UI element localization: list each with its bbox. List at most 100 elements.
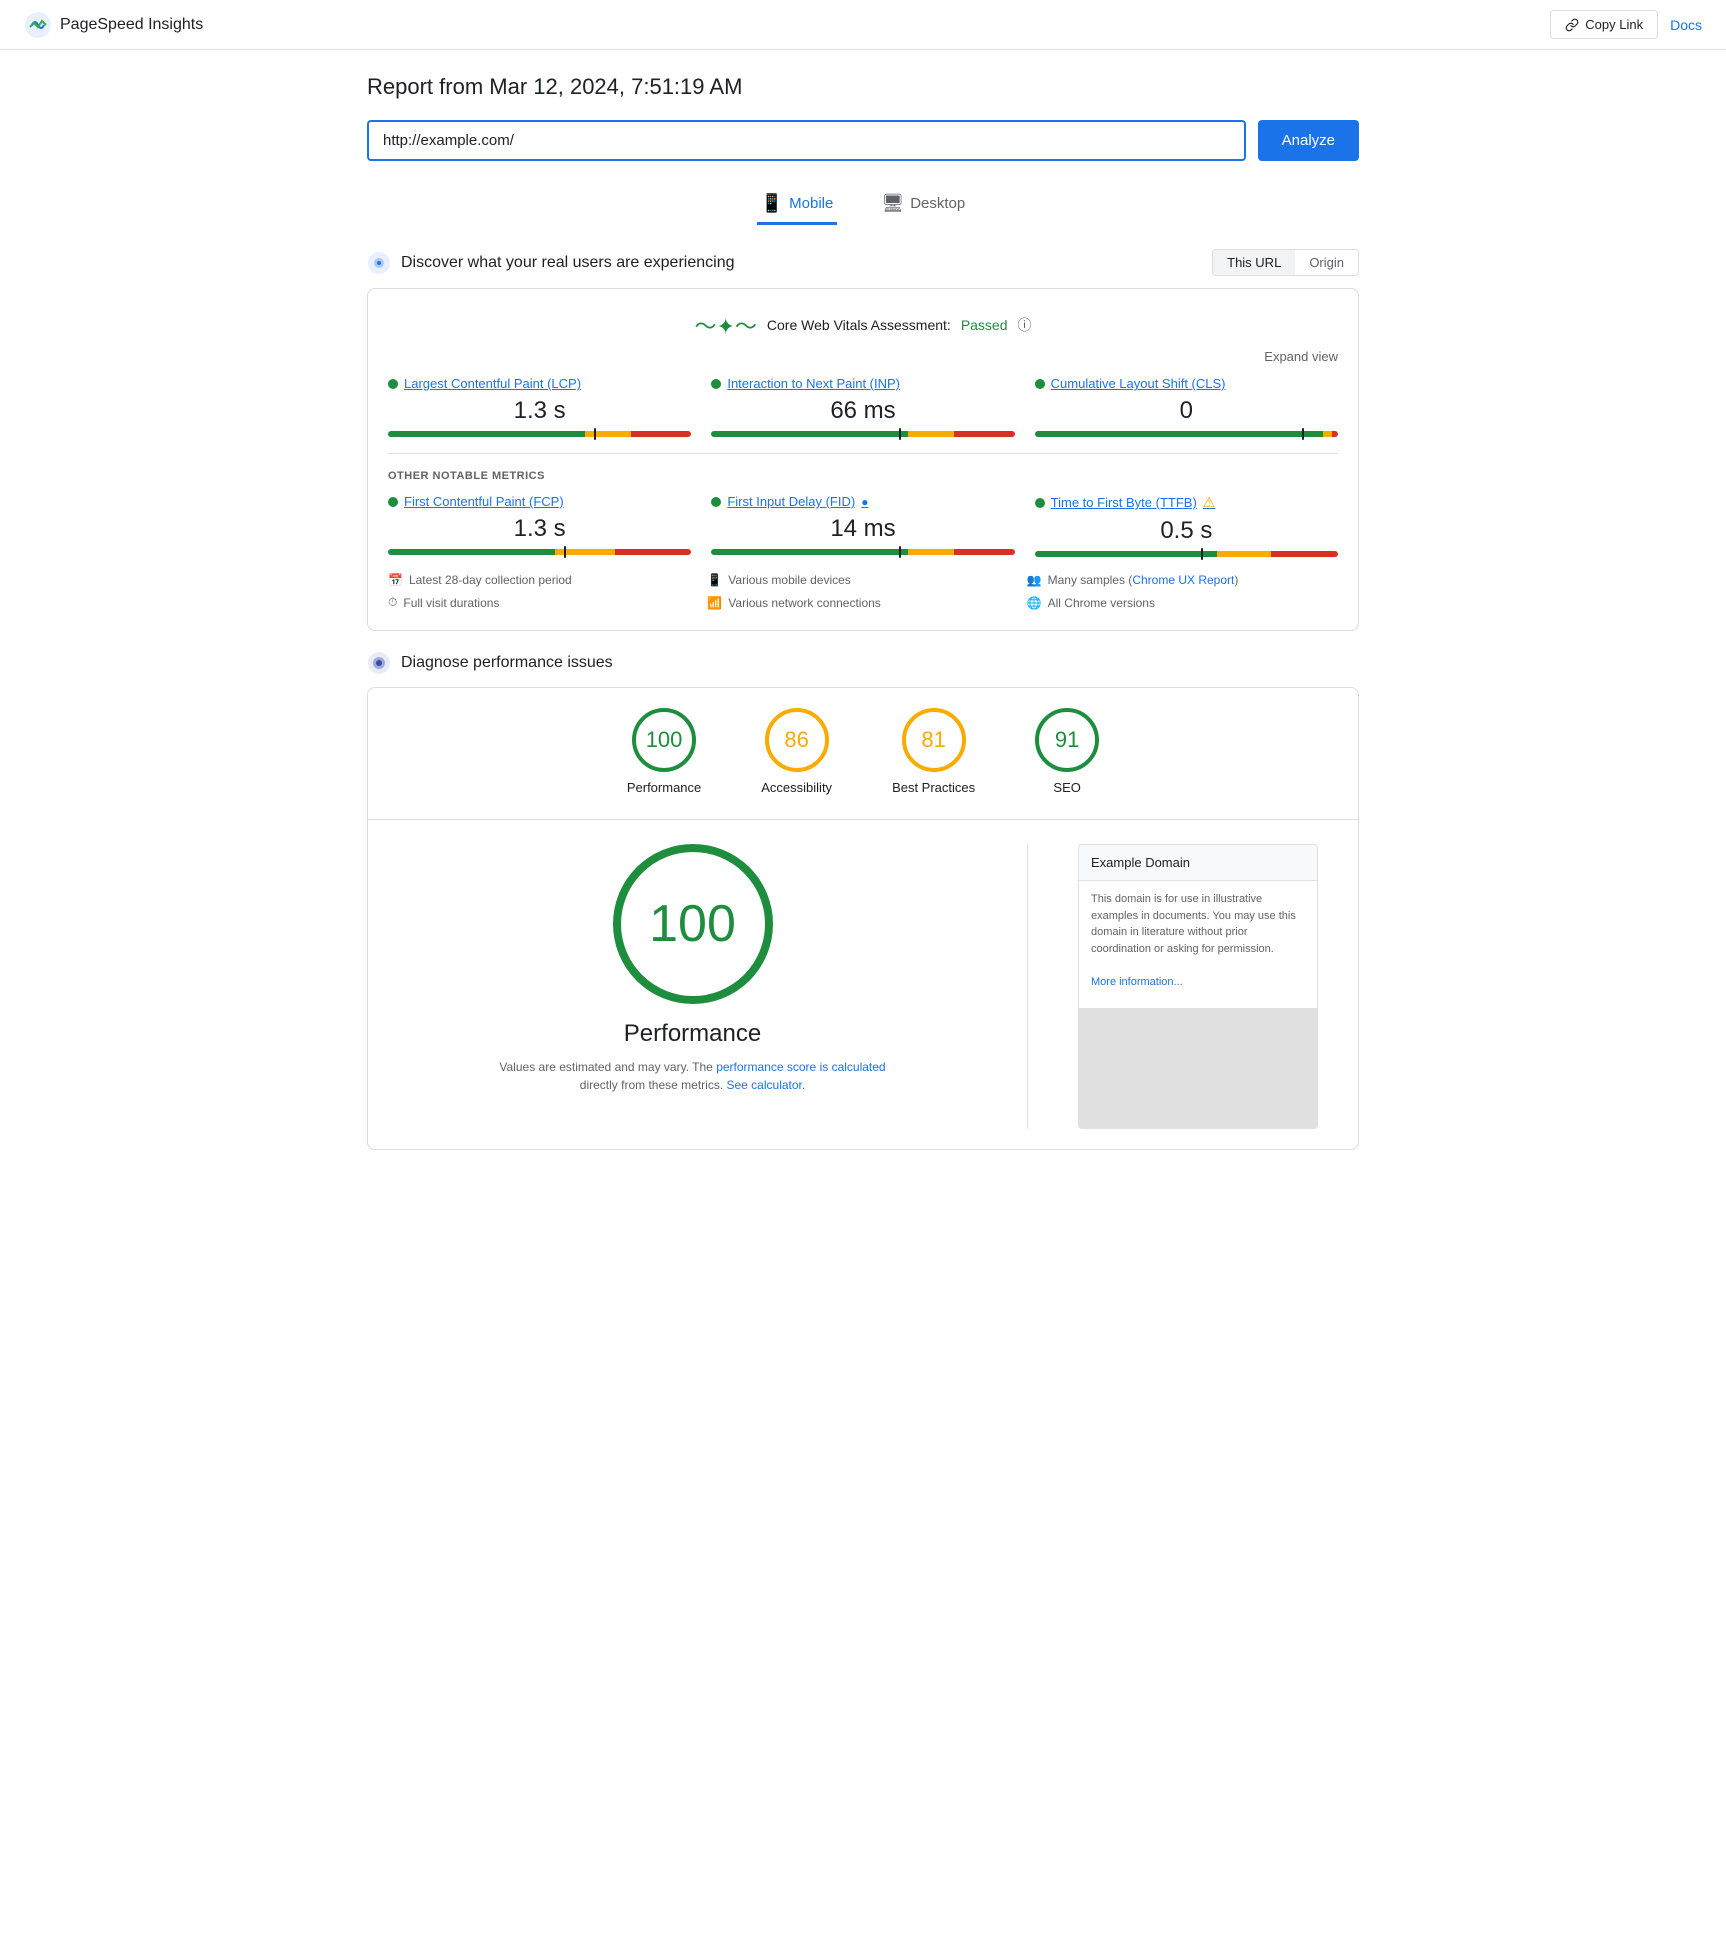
fid-label: First Input Delay (FID) xyxy=(727,494,855,509)
notable-metrics-grid: First Contentful Paint (FCP) 1.3 s First… xyxy=(388,494,1338,557)
cls-value: 0 xyxy=(1035,397,1338,425)
performance-circle: 100 xyxy=(632,708,696,772)
cwv-status: Passed xyxy=(961,317,1008,333)
main-content: Report from Mar 12, 2024, 7:51:19 AM Ana… xyxy=(343,50,1383,1194)
header-right: Copy Link Docs xyxy=(1550,10,1702,39)
seo-circle: 91 xyxy=(1035,708,1099,772)
lcp-bar xyxy=(388,431,691,437)
app-title: PageSpeed Insights xyxy=(60,16,203,34)
ttfb-warning-icon: ⚠ xyxy=(1203,494,1216,511)
notable-label: OTHER NOTABLE METRICS xyxy=(388,470,1338,482)
info-mobile-devices: 📱 Various mobile devices xyxy=(707,573,1018,587)
cls-dot xyxy=(1035,379,1045,389)
cwv-label: Core Web Vitals Assessment: xyxy=(767,317,951,333)
lcp-dot xyxy=(388,379,398,389)
url-input[interactable] xyxy=(367,120,1246,161)
fcp-bar xyxy=(388,549,691,555)
timer-icon: ⏱ xyxy=(388,595,397,610)
perf-left: 100 Performance Values are estimated and… xyxy=(408,844,977,1129)
see-calculator-link[interactable]: See calculator. xyxy=(727,1078,806,1092)
tab-desktop[interactable]: 🖥 Desktop xyxy=(877,185,969,225)
screenshot-more-link[interactable]: More information... xyxy=(1091,976,1183,988)
tab-mobile-label: Mobile xyxy=(789,195,833,212)
fid-dot xyxy=(711,497,721,507)
performance-big-circle: 100 xyxy=(613,844,773,1004)
accessibility-label: Accessibility xyxy=(761,780,832,795)
calendar-icon: 📅 xyxy=(388,573,403,587)
ttfb-value: 0.5 s xyxy=(1035,517,1338,545)
perf-divider xyxy=(1027,844,1028,1129)
cwv-divider xyxy=(388,453,1338,454)
cwv-header: 〜✦〜 Core Web Vitals Assessment: Passed ⓘ xyxy=(388,309,1338,341)
inp-bar xyxy=(711,431,1014,437)
best-practices-label: Best Practices xyxy=(892,780,975,795)
docs-link[interactable]: Docs xyxy=(1670,17,1702,33)
diagnose-icon xyxy=(367,651,391,675)
info-network: 📶 Various network connections xyxy=(707,595,1018,610)
chrome-ux-report-link[interactable]: Chrome UX Report xyxy=(1132,573,1234,587)
diagnose-title: Diagnose performance issues xyxy=(401,654,613,672)
score-best-practices[interactable]: 81 Best Practices xyxy=(892,708,975,795)
score-accessibility[interactable]: 86 Accessibility xyxy=(761,708,832,795)
metric-ttfb: Time to First Byte (TTFB) ⚠ 0.5 s xyxy=(1035,494,1338,557)
fid-bar xyxy=(711,549,1014,555)
header-left: PageSpeed Insights xyxy=(24,11,203,39)
score-performance[interactable]: 100 Performance xyxy=(627,708,701,795)
info-visit-durations: ⏱ Full visit durations xyxy=(388,595,699,610)
inp-label: Interaction to Next Paint (INP) xyxy=(727,376,900,391)
fcp-value: 1.3 s xyxy=(388,515,691,543)
diagnose-section-header: Diagnose performance issues xyxy=(367,651,1359,675)
this-url-button[interactable]: This URL xyxy=(1213,250,1295,275)
cls-label: Cumulative Layout Shift (CLS) xyxy=(1051,376,1226,391)
perf-score-calc-link[interactable]: performance score is calculated xyxy=(716,1060,885,1074)
fid-value: 14 ms xyxy=(711,515,1014,543)
tab-mobile[interactable]: 📱 Mobile xyxy=(757,185,838,225)
pagespeed-logo xyxy=(24,11,52,39)
users-icon: 👥 xyxy=(1027,573,1042,587)
url-bar: Analyze xyxy=(367,120,1359,161)
copy-link-button[interactable]: Copy Link xyxy=(1550,10,1658,39)
metric-fid: First Input Delay (FID) ● 14 ms xyxy=(711,494,1014,557)
screenshot-preview-area xyxy=(1079,1008,1317,1128)
screenshot-title: Example Domain xyxy=(1079,845,1317,881)
info-chrome-versions: 🌐 All Chrome versions xyxy=(1027,595,1338,610)
analyze-button[interactable]: Analyze xyxy=(1258,120,1359,161)
screenshot-body: This domain is for use in illustrative e… xyxy=(1079,881,1317,1000)
lcp-label: Largest Contentful Paint (LCP) xyxy=(404,376,581,391)
info-collection-period: 📅 Latest 28-day collection period xyxy=(388,573,699,587)
inp-value: 66 ms xyxy=(711,397,1014,425)
link-icon xyxy=(1565,18,1579,32)
ttfb-bar xyxy=(1035,551,1338,557)
device-tabs: 📱 Mobile 🖥 Desktop xyxy=(367,185,1359,225)
diagnose-card: 100 Performance 86 Accessibility 81 Best… xyxy=(367,687,1359,1150)
score-seo[interactable]: 91 SEO xyxy=(1035,708,1099,795)
desktop-icon: 🖥 xyxy=(881,193,904,214)
cls-bar xyxy=(1035,431,1338,437)
screenshot-card: Example Domain This domain is for use in… xyxy=(1078,844,1318,1129)
cwv-info-icon: ⓘ xyxy=(1018,315,1032,335)
cwv-metrics-grid: Largest Contentful Paint (LCP) 1.3 s Int… xyxy=(388,376,1338,437)
performance-label: Performance xyxy=(627,780,701,795)
fid-info-icon: ● xyxy=(861,495,868,509)
accessibility-circle: 86 xyxy=(765,708,829,772)
seo-label: SEO xyxy=(1053,780,1080,795)
crux-title: Discover what your real users are experi… xyxy=(401,254,734,272)
info-samples: 👥 Many samples (Chrome UX Report) xyxy=(1027,573,1338,587)
metric-fcp: First Contentful Paint (FCP) 1.3 s xyxy=(388,494,691,557)
origin-button[interactable]: Origin xyxy=(1295,250,1358,275)
app-header: PageSpeed Insights Copy Link Docs xyxy=(0,0,1726,50)
cwv-pulse-icon: 〜✦〜 xyxy=(694,309,756,341)
crux-info-row: 📅 Latest 28-day collection period 📱 Vari… xyxy=(388,573,1338,610)
wifi-icon: 📶 xyxy=(707,596,722,610)
scores-divider xyxy=(368,819,1358,820)
fcp-label: First Contentful Paint (FCP) xyxy=(404,494,564,509)
performance-detail-title: Performance xyxy=(624,1020,761,1048)
url-origin-toggle: This URL Origin xyxy=(1212,249,1359,276)
scores-row: 100 Performance 86 Accessibility 81 Best… xyxy=(388,708,1338,795)
phone-icon: 📱 xyxy=(707,573,722,587)
expand-view-button[interactable]: Expand view xyxy=(388,349,1338,364)
crux-section-header: Discover what your real users are experi… xyxy=(367,249,1359,276)
report-title: Report from Mar 12, 2024, 7:51:19 AM xyxy=(367,74,1359,100)
globe-icon: 🌐 xyxy=(1027,596,1042,610)
crux-card: 〜✦〜 Core Web Vitals Assessment: Passed ⓘ… xyxy=(367,288,1359,631)
